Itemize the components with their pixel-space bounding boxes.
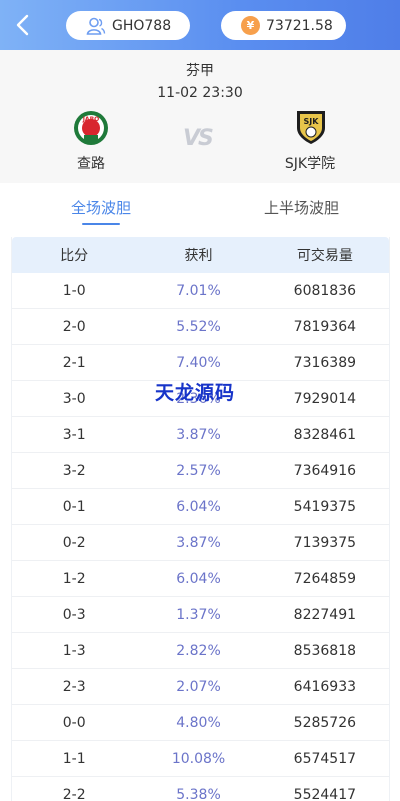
- table-row[interactable]: 1-3 2.82% 8536818: [12, 633, 389, 669]
- table-row[interactable]: 1-1 10.08% 6574517: [12, 741, 389, 777]
- header-profit: 获利: [184, 248, 213, 264]
- profit-cell: 3.87%: [176, 426, 221, 443]
- score-cell: 1-0: [62, 282, 86, 299]
- profit-cell: 2.82%: [176, 642, 221, 659]
- active-tab-indicator: [82, 223, 120, 225]
- league-name: 芬甲: [186, 63, 214, 79]
- score-cell: 0-2: [62, 534, 86, 551]
- score-cell: 1-3: [62, 642, 86, 659]
- table-header: 比分 获利 可交易量: [12, 237, 389, 273]
- profit-cell: 2.07%: [176, 678, 221, 695]
- top-bar: GHO788 ¥ 73721.58: [0, 0, 400, 50]
- tabs-bar: 全场波胆 上半场波胆: [0, 183, 400, 229]
- table-row[interactable]: 0-2 3.87% 7139375: [12, 525, 389, 561]
- score-cell: 1-2: [62, 570, 86, 587]
- table-row[interactable]: 2-3 2.07% 6416933: [12, 669, 389, 705]
- away-badge-text: SJK: [304, 117, 320, 126]
- tab-full-match-score[interactable]: 全场波胆: [71, 197, 131, 218]
- score-cell: 3-1: [62, 426, 86, 443]
- user-pill[interactable]: GHO788: [66, 11, 190, 40]
- volume-cell: 7316389: [293, 354, 357, 371]
- volume-cell: 5524417: [293, 786, 357, 801]
- score-cell: 2-0: [62, 318, 86, 335]
- header-volume: 可交易量: [296, 248, 353, 264]
- match-info: 芬甲 11-02 23:30 JARO 查路 VS SJK SJK学院: [0, 50, 400, 183]
- table-row[interactable]: 2-0 5.52% 7819364: [12, 309, 389, 345]
- profit-cell: 2.36%: [176, 390, 221, 407]
- tab-first-half-score[interactable]: 上半场波胆: [264, 197, 339, 218]
- balance-pill[interactable]: ¥ 73721.58: [221, 11, 346, 40]
- score-cell: 0-0: [62, 714, 86, 731]
- profit-cell: 6.04%: [176, 498, 221, 515]
- home-badge-text: JARO: [82, 116, 100, 123]
- volume-cell: 7819364: [293, 318, 357, 335]
- volume-cell: 8536818: [293, 642, 357, 659]
- table-row[interactable]: 0-1 6.04% 5419375: [12, 489, 389, 525]
- score-odds-table: 比分 获利 可交易量 1-0 7.01% 6081836 2-0 5.52% 781936…: [11, 237, 390, 801]
- score-cell: 0-1: [62, 498, 86, 515]
- balance-value: 73721.58: [266, 17, 333, 34]
- table-row[interactable]: 2-2 5.38% 5524417: [12, 777, 389, 801]
- profit-cell: 6.04%: [176, 570, 221, 587]
- username: GHO788: [112, 17, 172, 34]
- volume-cell: 6416933: [293, 678, 357, 695]
- table-row[interactable]: 3-2 2.57% 7364916: [12, 453, 389, 489]
- volume-cell: 5285726: [293, 714, 357, 731]
- header-score: 比分: [60, 248, 89, 264]
- home-team-logo: JARO: [74, 111, 108, 145]
- user-icon: [86, 17, 106, 35]
- table-body: 1-0 7.01% 6081836 2-0 5.52% 7819364 2-1 7.40% 73…: [12, 273, 389, 801]
- away-team-name: SJK学院: [284, 156, 336, 172]
- table-row[interactable]: 2-1 7.40% 7316389: [12, 345, 389, 381]
- score-cell: 3-0: [62, 390, 86, 407]
- score-cell: 3-2: [62, 462, 86, 479]
- score-cell: 2-3: [62, 678, 86, 695]
- volume-cell: 8227491: [293, 606, 357, 623]
- score-cell: 0-3: [62, 606, 86, 623]
- profit-cell: 5.38%: [176, 786, 221, 801]
- volume-cell: 7139375: [293, 534, 357, 551]
- away-team-logo: SJK: [297, 111, 325, 144]
- table-row[interactable]: 3-1 3.87% 8328461: [12, 417, 389, 453]
- vs-label: VS: [183, 126, 214, 151]
- profit-cell: 2.57%: [176, 462, 221, 479]
- volume-cell: 7264859: [293, 570, 357, 587]
- match-time: 11-02 23:30: [157, 85, 243, 101]
- profit-cell: 7.01%: [176, 282, 221, 299]
- table-row[interactable]: 0-0 4.80% 5285726: [12, 705, 389, 741]
- score-cell: 1-1: [62, 750, 86, 767]
- profit-cell: 7.40%: [176, 354, 221, 371]
- back-arrow-icon[interactable]: [10, 12, 36, 38]
- profit-cell: 5.52%: [176, 318, 221, 335]
- volume-cell: 7364916: [293, 462, 357, 479]
- volume-cell: 7929014: [293, 390, 357, 407]
- profit-cell: 4.80%: [176, 714, 221, 731]
- profit-cell: 1.37%: [176, 606, 221, 623]
- volume-cell: 5419375: [293, 498, 357, 515]
- table-row[interactable]: 3-0 2.36% 7929014: [12, 381, 389, 417]
- table-row[interactable]: 1-0 7.01% 6081836: [12, 273, 389, 309]
- table-row[interactable]: 0-3 1.37% 8227491: [12, 597, 389, 633]
- volume-cell: 6574517: [293, 750, 357, 767]
- score-cell: 2-1: [62, 354, 86, 371]
- profit-cell: 3.87%: [176, 534, 221, 551]
- table-row[interactable]: 1-2 6.04% 7264859: [12, 561, 389, 597]
- money-bag-icon: ¥: [241, 16, 260, 35]
- score-cell: 2-2: [62, 786, 86, 801]
- home-team-name: 查路: [77, 156, 105, 172]
- volume-cell: 6081836: [293, 282, 357, 299]
- profit-cell: 10.08%: [171, 750, 226, 767]
- volume-cell: 8328461: [293, 426, 357, 443]
